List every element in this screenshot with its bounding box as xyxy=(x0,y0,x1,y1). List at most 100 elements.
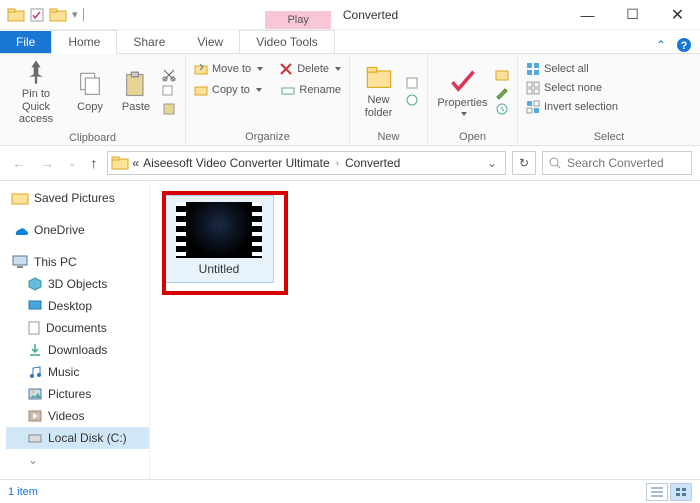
music-icon xyxy=(28,365,42,379)
quick-access-toolbar: ▾ │ xyxy=(0,8,95,22)
view-large-icons-button[interactable] xyxy=(670,483,692,501)
invert-icon xyxy=(526,100,540,114)
view-details-button[interactable] xyxy=(646,483,668,501)
navitem-desktop[interactable]: Desktop xyxy=(6,295,149,317)
edit-icon[interactable] xyxy=(495,85,509,99)
navitem-local-disk[interactable]: Local Disk (C:) xyxy=(6,427,149,449)
ribbon-collapse-icon[interactable]: ⌃ xyxy=(656,38,666,52)
navitem-pictures[interactable]: Pictures xyxy=(6,383,149,405)
paste-button[interactable]: Paste xyxy=(116,71,156,114)
group-label-new: New xyxy=(350,129,427,145)
navitem-this-pc[interactable]: This PC xyxy=(6,251,149,273)
cloud-icon xyxy=(12,224,28,236)
copy-icon xyxy=(76,71,104,99)
search-box[interactable] xyxy=(542,151,692,175)
recent-dropdown[interactable]: ⌄ xyxy=(64,156,80,171)
main-area: Saved Pictures OneDrive This PC 3D Objec… xyxy=(0,180,700,480)
properties-button[interactable]: Properties xyxy=(436,67,489,116)
qat-overflow[interactable]: ▾ │ xyxy=(72,8,87,21)
copy-path-icon[interactable] xyxy=(162,85,176,99)
cut-icon[interactable] xyxy=(162,68,176,82)
folder-icon xyxy=(8,9,24,21)
open-icon[interactable] xyxy=(495,68,509,82)
maximize-button[interactable]: ☐ xyxy=(610,0,655,30)
navitem-more[interactable]: ⌄ xyxy=(6,449,149,471)
select-all-button[interactable]: Select all xyxy=(526,62,589,76)
folder-icon[interactable] xyxy=(50,9,66,21)
address-bar[interactable]: « Aiseesoft Video Converter Ultimate › C… xyxy=(107,151,506,175)
file-name: Untitled xyxy=(199,262,240,276)
group-label-organize: Organize xyxy=(186,129,349,145)
paste-shortcut-icon[interactable] xyxy=(162,102,176,116)
properties-icon[interactable] xyxy=(30,8,44,22)
invert-selection-button[interactable]: Invert selection xyxy=(526,100,618,114)
navitem-onedrive[interactable]: OneDrive xyxy=(6,219,149,241)
tab-file[interactable]: File xyxy=(0,31,51,53)
breadcrumb-separator[interactable]: › xyxy=(334,158,341,169)
navitem-saved-pictures[interactable]: Saved Pictures xyxy=(6,187,149,209)
new-item-icon[interactable] xyxy=(405,76,419,90)
help-icon[interactable]: ? xyxy=(676,37,692,53)
back-button[interactable]: ← xyxy=(8,153,30,173)
content-area[interactable]: Untitled xyxy=(150,181,700,480)
picture-icon xyxy=(28,388,42,400)
history-icon[interactable] xyxy=(495,102,509,116)
cube-icon xyxy=(28,277,42,291)
refresh-button[interactable]: ↻ xyxy=(512,151,536,175)
close-button[interactable]: ✕ xyxy=(655,0,700,30)
document-icon xyxy=(28,321,40,335)
ribbon: Pin to Quick access Copy Paste Clipboard… xyxy=(0,54,700,146)
navitem-videos[interactable]: Videos xyxy=(6,405,149,427)
breadcrumb-item[interactable]: Converted xyxy=(345,156,400,170)
pc-icon xyxy=(12,255,28,269)
tab-video-tools[interactable]: Video Tools xyxy=(239,30,335,53)
navitem-music[interactable]: Music xyxy=(6,361,149,383)
copy-button[interactable]: Copy xyxy=(70,71,110,114)
group-label-select: Select xyxy=(518,129,700,145)
status-text: 1 item xyxy=(8,486,38,498)
forward-button: → xyxy=(36,153,58,173)
select-all-icon xyxy=(526,62,540,76)
contextual-tab-play: Play xyxy=(265,11,330,29)
up-button[interactable]: ↑ xyxy=(86,153,101,173)
search-input[interactable] xyxy=(567,156,685,170)
video-icon xyxy=(28,410,42,422)
pin-quick-access-button[interactable]: Pin to Quick access xyxy=(8,58,64,126)
group-label-open: Open xyxy=(428,129,517,145)
title-bar: ▾ │ Play Converted — ☐ ✕ xyxy=(0,0,700,30)
address-dropdown[interactable]: ⌄ xyxy=(483,156,501,170)
delete-button[interactable]: Delete xyxy=(279,62,341,76)
status-bar: 1 item xyxy=(0,479,700,503)
group-label-clipboard: Clipboard xyxy=(0,130,185,146)
navitem-downloads[interactable]: Downloads xyxy=(6,339,149,361)
select-none-button[interactable]: Select none xyxy=(526,81,602,95)
crumb-prefix: « xyxy=(132,156,139,170)
navitem-documents[interactable]: Documents xyxy=(6,317,149,339)
tab-view[interactable]: View xyxy=(181,30,239,53)
ribbon-tabs: File Home Share View Video Tools ⌃ ? xyxy=(0,30,700,54)
video-thumbnail xyxy=(176,202,262,258)
minimize-button[interactable]: — xyxy=(565,0,610,30)
file-item[interactable]: Untitled xyxy=(164,195,274,283)
move-icon xyxy=(194,62,208,76)
tab-home[interactable]: Home xyxy=(51,30,117,54)
tab-share[interactable]: Share xyxy=(117,30,181,53)
navitem-3d-objects[interactable]: 3D Objects xyxy=(6,273,149,295)
pin-icon xyxy=(22,58,50,86)
copyto-icon xyxy=(194,83,208,97)
window-title: Converted xyxy=(343,8,398,22)
search-icon xyxy=(549,157,561,169)
rename-button[interactable]: Rename xyxy=(281,83,341,97)
new-folder-icon xyxy=(365,64,393,92)
easy-access-icon[interactable] xyxy=(405,93,419,107)
move-to-button[interactable]: Move to xyxy=(194,62,263,76)
navigation-pane[interactable]: Saved Pictures OneDrive This PC 3D Objec… xyxy=(0,181,150,480)
svg-text:?: ? xyxy=(681,40,688,52)
copy-to-button[interactable]: Copy to xyxy=(194,83,262,97)
breadcrumb-item[interactable]: Aiseesoft Video Converter Ultimate xyxy=(143,156,330,170)
new-folder-button[interactable]: New folder xyxy=(358,64,399,119)
folder-icon xyxy=(12,192,28,204)
rename-icon xyxy=(281,83,295,97)
disk-icon xyxy=(28,432,42,444)
paste-icon xyxy=(122,71,150,99)
